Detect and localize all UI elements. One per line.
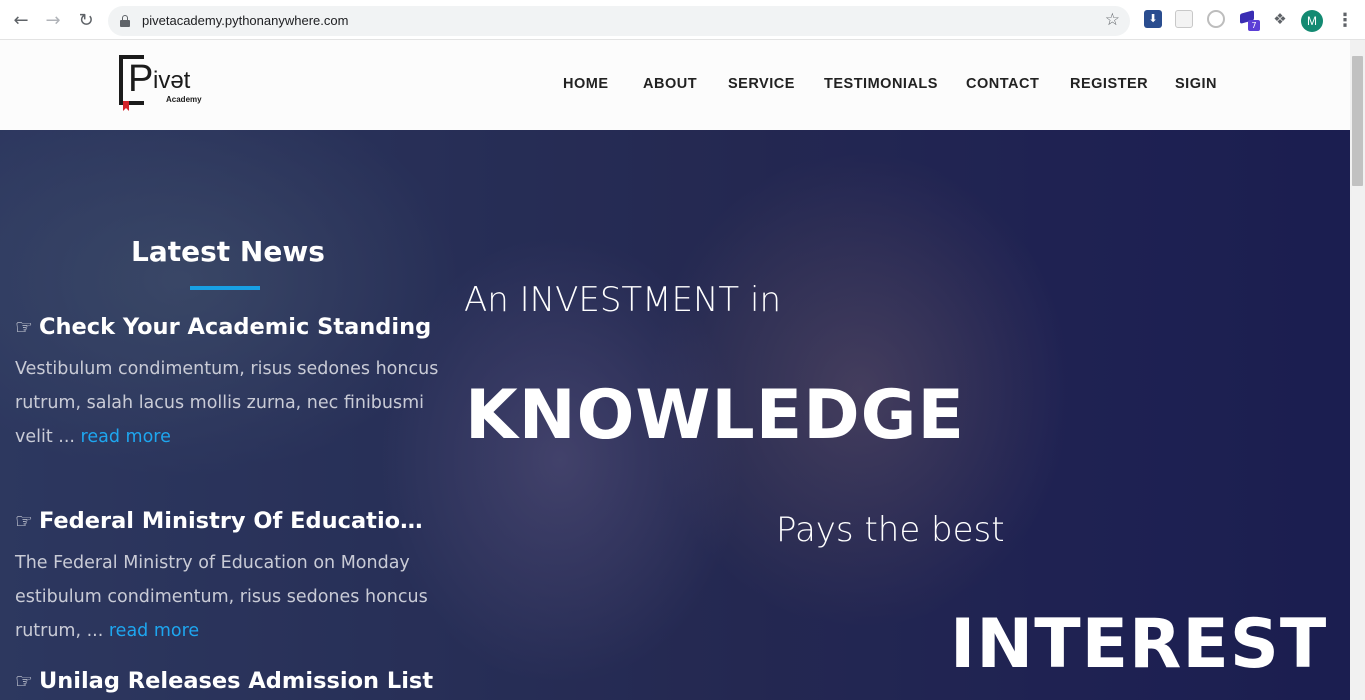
nav-about[interactable]: ABOUT [643,76,697,92]
nav-contact[interactable]: CONTACT [966,76,1039,92]
hero-line-pays: Pays the best [776,510,1005,550]
latest-news-title: Latest News [131,235,325,268]
hero-line-investment: An INVESTMENT in [464,280,781,320]
kebab-menu-icon[interactable]: ⋮ [1336,10,1354,32]
url-text[interactable]: pivetacademy.pythonanywhere.com [142,13,348,28]
lock-icon [120,15,130,27]
news-excerpt: The Federal Ministry of Education on Mon… [15,553,428,641]
profile-avatar[interactable]: M [1301,10,1323,32]
news-item: ☞ Federal Ministry Of Education... The Fe… [15,505,440,648]
circle-extension-icon[interactable] [1207,10,1225,28]
nav-register[interactable]: REGISTER [1070,76,1148,92]
address-bar[interactable]: pivetacademy.pythonanywhere.com ☆ [108,6,1130,36]
nav-service[interactable]: SERVICE [728,76,795,92]
nav-signin[interactable]: SIGIN [1175,76,1217,92]
read-more-link[interactable]: read more [109,621,199,641]
download-extension-icon[interactable]: ⬇ [1144,10,1162,28]
hero-banner: Latest News ☞ Check Your Academic Standin… [0,130,1350,700]
title-underline [190,286,260,290]
news-headline[interactable]: ☞ Check Your Academic Standing [15,311,440,344]
nav-testimonials[interactable]: TESTIMONIALS [824,76,938,92]
reload-icon[interactable]: ↻ [73,8,99,34]
news-item: ☞ Unilag Releases Admission List [15,665,440,698]
page-scrollbar[interactable] [1350,40,1365,700]
puzzle-icon[interactable]: ❖ [1271,10,1289,28]
extension-icon[interactable] [1175,10,1193,28]
pointing-hand-icon: ☞ [15,509,33,533]
pointing-hand-icon: ☞ [15,315,33,339]
nav-home[interactable]: HOME [563,76,609,92]
news-headline[interactable]: ☞ Federal Ministry Of Education... [15,505,435,538]
site-header: P ivət Academy HOME ABOUT SERVICE TESTIM… [0,40,1350,130]
news-item: ☞ Check Your Academic Standing Vestibulum… [15,311,440,454]
read-more-link[interactable]: read more [81,427,171,447]
scrollbar-thumb[interactable] [1352,56,1363,186]
forward-arrow-icon[interactable]: → [40,8,66,34]
ribbon-icon [123,101,129,111]
bookmark-star-icon[interactable]: ☆ [1105,10,1120,30]
extension-badge: 7 [1248,20,1260,31]
browser-toolbar: ← → ↻ pivetacademy.pythonanywhere.com ☆ … [0,0,1365,40]
news-excerpt: Vestibulum condimentum, risus sedones ho… [15,359,439,447]
hero-line-interest: INTEREST [950,605,1328,684]
hero-line-knowledge: KNOWLEDGE [465,376,965,455]
pointing-hand-icon: ☞ [15,669,33,693]
graduation-cap-extension-icon[interactable]: 7 [1239,10,1260,31]
back-arrow-icon[interactable]: ← [8,8,34,34]
pivet-academy-logo[interactable]: P ivət Academy [119,55,209,115]
news-headline[interactable]: ☞ Unilag Releases Admission List [15,665,440,698]
